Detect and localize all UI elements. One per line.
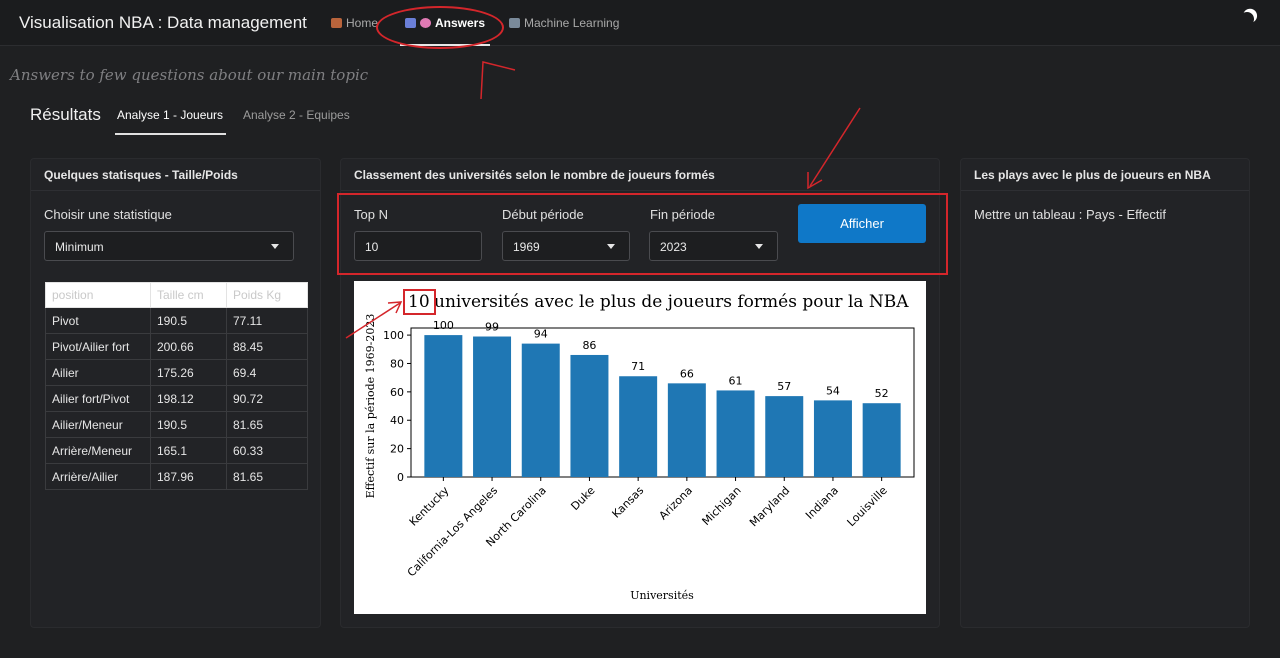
annotation-box-topn — [403, 289, 436, 315]
annotation-arrow — [345, 302, 401, 339]
annotation-arrow — [480, 61, 516, 100]
annotation-arrow — [809, 107, 861, 187]
annotation-arrows — [345, 61, 861, 339]
